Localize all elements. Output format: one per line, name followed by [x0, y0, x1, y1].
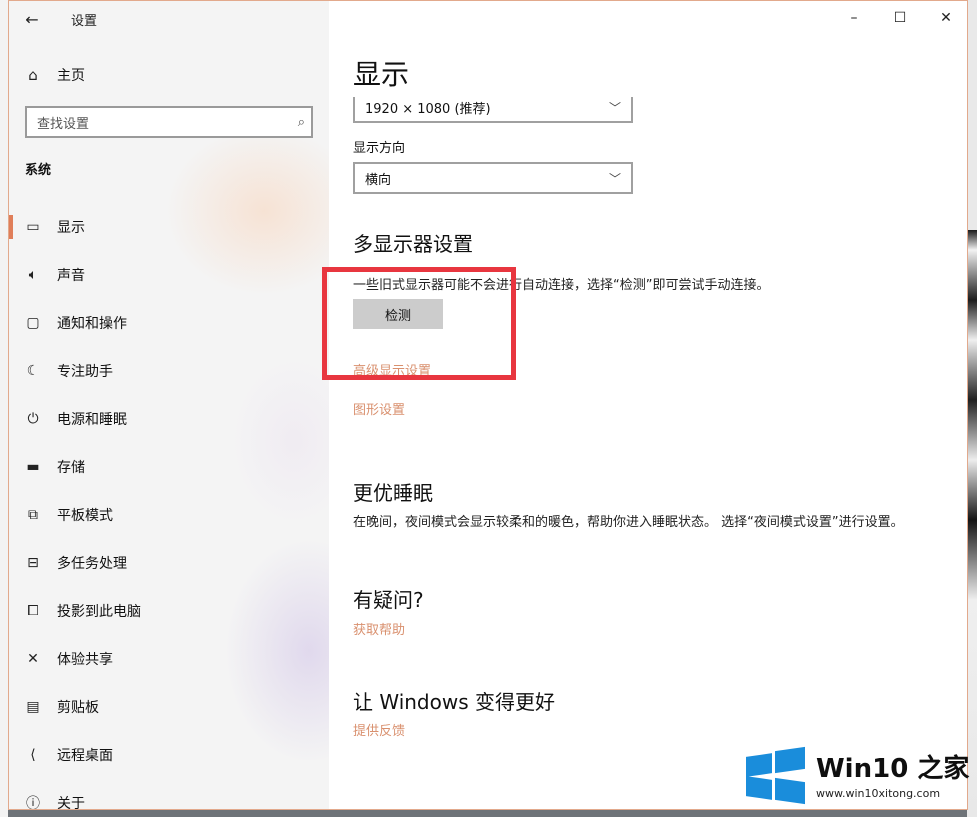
annotation-highlight-box: [322, 267, 516, 380]
improve-windows-heading: 让 Windows 变得更好: [353, 690, 555, 714]
orientation-label: 显示方向: [353, 141, 406, 156]
sidebar-item-notifications[interactable]: ▢ 通知和操作: [9, 303, 329, 343]
settings-window: ← 设置 ⌂ 主页 查找设置 ⌕ 系统 ▭ 显示 🔈︎ 声音 ▢ 通知和操作 ☾…: [8, 0, 968, 810]
search-input[interactable]: 查找设置 ⌕: [25, 106, 313, 138]
minimize-button[interactable]: –: [831, 1, 877, 35]
sidebar-item-label: 投影到此电脑: [57, 604, 141, 620]
sidebar-item-tablet-mode[interactable]: ⧉ 平板模式: [9, 495, 329, 535]
sidebar-item-display[interactable]: ▭ 显示: [9, 207, 329, 247]
main-content: – ☐ ✕ 1920 × 1080 (推荐) ﹀ 显示 显示方向 横向 ﹀ 多显…: [329, 1, 967, 809]
sidebar-item-sound[interactable]: 🔈︎ 声音: [9, 255, 329, 295]
sidebar-item-label: 多任务处理: [57, 556, 127, 572]
multi-display-heading: 多显示器设置: [353, 232, 473, 256]
section-title: 系统: [25, 163, 52, 178]
sidebar-item-storage[interactable]: ▬ 存储: [9, 447, 329, 487]
speaker-icon: 🔈︎: [28, 267, 38, 283]
remote-icon: ⟨: [30, 747, 36, 763]
maximize-button[interactable]: ☐: [877, 1, 923, 35]
home-label: 主页: [57, 68, 85, 84]
project-icon: ⧠: [27, 603, 39, 619]
sidebar-item-remote-desktop[interactable]: ⟨ 远程桌面: [9, 735, 329, 775]
share-icon: ✕: [27, 651, 39, 667]
watermark-text: Win10 之家 www.win10xitong.com: [816, 748, 969, 800]
sleep-description: 在晚间，夜间模式会显示较柔和的暖色，帮助你进入睡眠状态。 选择“夜间模式设置”进…: [353, 515, 904, 530]
home-icon: ⌂: [28, 66, 38, 84]
sidebar-item-about[interactable]: ⓘ 关于: [9, 783, 329, 810]
sidebar-item-multitasking[interactable]: ⊟ 多任务处理: [9, 543, 329, 583]
back-button[interactable]: ←: [9, 1, 55, 37]
titlebar: ← 设置: [9, 1, 329, 37]
desktop-background-right: [967, 0, 977, 817]
close-icon: ✕: [940, 10, 952, 26]
page-title: 显示: [353, 58, 410, 91]
questions-heading: 有疑问?: [353, 588, 424, 612]
sidebar-item-label: 电源和睡眠: [57, 412, 127, 428]
watermark-title-latin: Win10: [816, 754, 909, 784]
search-icon: ⌕: [297, 114, 305, 130]
give-feedback-link[interactable]: 提供反馈: [353, 720, 405, 739]
watermark: Win10 之家 www.win10xitong.com: [742, 741, 972, 807]
watermark-url: www.win10xitong.com: [816, 787, 941, 800]
orientation-dropdown[interactable]: 横向 ﹀: [353, 162, 633, 194]
desktop-background-left: [0, 0, 8, 817]
sidebar-item-focus-assist[interactable]: ☾ 专注助手: [9, 351, 329, 391]
resolution-value: 1920 × 1080 (推荐): [365, 101, 491, 117]
sidebar-item-project[interactable]: ⧠ 投影到此电脑: [9, 591, 329, 631]
storage-icon: ▬: [26, 459, 40, 475]
sidebar-item-label: 关于: [57, 796, 85, 810]
get-help-link[interactable]: 获取帮助: [353, 619, 405, 638]
sidebar-item-home[interactable]: ⌂ 主页: [9, 57, 329, 93]
sidebar-item-label: 远程桌面: [57, 748, 113, 764]
tablet-icon: ⧉: [28, 507, 38, 523]
graphics-settings-link[interactable]: 图形设置: [353, 399, 405, 418]
sidebar-item-label: 平板模式: [57, 508, 113, 524]
minimize-icon: –: [850, 10, 858, 26]
sidebar-item-label: 剪贴板: [57, 700, 99, 716]
watermark-title: Win10 之家: [816, 748, 969, 785]
info-icon: ⓘ: [26, 796, 40, 810]
back-arrow-icon: ←: [25, 9, 39, 29]
sidebar-item-clipboard[interactable]: ▤ 剪贴板: [9, 687, 329, 727]
app-title: 设置: [71, 13, 98, 29]
orientation-value: 横向: [365, 172, 392, 188]
sidebar-item-shared-experiences[interactable]: ✕ 体验共享: [9, 639, 329, 679]
sidebar-item-label: 通知和操作: [57, 316, 127, 332]
multitask-icon: ⊟: [27, 555, 39, 571]
chevron-down-icon: ﹀: [608, 171, 621, 186]
sidebar-item-label: 声音: [57, 268, 85, 284]
power-icon: ⏻: [27, 411, 39, 427]
sidebar-item-label: 显示: [57, 220, 85, 236]
close-button[interactable]: ✕: [923, 1, 967, 35]
sidebar-item-power-sleep[interactable]: ⏻ 电源和睡眠: [9, 399, 329, 439]
resolution-dropdown[interactable]: 1920 × 1080 (推荐) ﹀: [353, 97, 633, 123]
window-controls: – ☐ ✕: [831, 1, 967, 35]
moon-icon: ☾: [26, 363, 40, 379]
maximize-icon: ☐: [893, 10, 907, 26]
monitor-icon: ▭: [26, 219, 40, 235]
search-placeholder: 查找设置: [37, 116, 90, 132]
clipboard-icon: ▤: [26, 699, 40, 715]
notification-icon: ▢: [26, 315, 40, 331]
chevron-down-icon: ﹀: [608, 100, 621, 115]
sidebar-item-label: 专注助手: [57, 364, 113, 380]
watermark-title-zh: 之家: [917, 754, 970, 784]
sidebar: ← 设置 ⌂ 主页 查找设置 ⌕ 系统 ▭ 显示 🔈︎ 声音 ▢ 通知和操作 ☾…: [9, 1, 329, 810]
sleep-heading: 更优睡眠: [353, 481, 433, 505]
sidebar-item-label: 体验共享: [57, 652, 113, 668]
sidebar-item-label: 存储: [57, 460, 85, 476]
windows-logo-icon: [742, 745, 808, 805]
